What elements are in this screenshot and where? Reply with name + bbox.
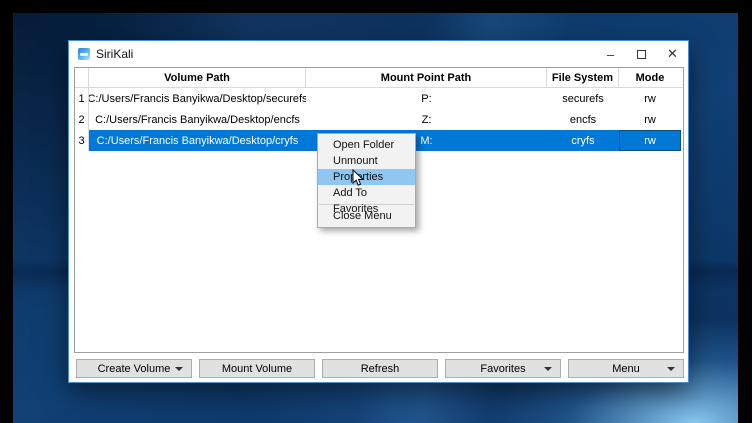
favorites-label: Favorites [480,363,525,375]
menu-item-close-menu[interactable]: Close Menu [318,208,415,224]
row-number-header [75,68,89,87]
mount-volume-button[interactable]: Mount Volume [199,359,315,378]
sirikali-app-icon [78,48,90,60]
context-menu: Open Folder Unmount Properties Add To Fa… [317,133,416,228]
file-system-cell[interactable]: cryfs [547,130,619,151]
favorites-button[interactable]: Favorites [445,359,561,378]
create-volume-button[interactable]: Create Volume [76,359,192,378]
column-header-mount-point-path[interactable]: Mount Point Path [306,68,547,87]
row-number: 2 [75,109,89,130]
titlebar[interactable]: SiriKali – ✕ [69,41,688,67]
window-controls: – ✕ [595,41,688,67]
menu-button[interactable]: Menu [568,359,684,378]
maximize-icon [637,50,646,59]
volume-path-cell[interactable]: C:/Users/Francis Banyikwa/Desktop/cryfs [89,130,306,151]
mount-point-cell[interactable]: Z: [306,109,547,130]
table-row[interactable]: 1 C:/Users/Francis Banyikwa/Desktop/secu… [75,88,683,109]
mode-cell[interactable]: rw [619,109,681,130]
mouse-cursor-icon [352,169,364,192]
table-header-row: Volume Path Mount Point Path File System… [75,68,683,88]
menu-item-unmount[interactable]: Unmount [318,153,415,169]
mount-point-cell[interactable]: P: [306,88,547,109]
refresh-button[interactable]: Refresh [322,359,438,378]
menu-label: Menu [612,363,640,375]
menu-item-add-to-favorites[interactable]: Add To Favorites [318,185,415,201]
column-header-mode[interactable]: Mode [619,68,681,87]
file-system-cell[interactable]: encfs [547,109,619,130]
mode-cell[interactable]: rw [619,88,681,109]
table-row[interactable]: 2 C:/Users/Francis Banyikwa/Desktop/encf… [75,109,683,130]
menu-item-properties[interactable]: Properties [318,169,415,185]
volume-path-cell[interactable]: C:/Users/Francis Banyikwa/Desktop/secure… [89,88,306,109]
volume-path-cell[interactable]: C:/Users/Francis Banyikwa/Desktop/encfs [89,109,306,130]
maximize-button[interactable] [626,41,657,67]
file-system-cell[interactable]: securefs [547,88,619,109]
column-header-file-system[interactable]: File System [547,68,619,87]
create-volume-label: Create Volume [98,363,171,375]
dropdown-arrow-icon [544,367,552,371]
refresh-label: Refresh [361,363,400,375]
column-header-volume-path[interactable]: Volume Path [89,68,306,87]
mode-cell-focused[interactable]: rw [619,130,681,151]
row-number: 3 [75,130,89,151]
menu-item-open-folder[interactable]: Open Folder [318,137,415,153]
mount-volume-label: Mount Volume [222,363,292,375]
minimize-button[interactable]: – [595,41,626,67]
window-title: SiriKali [96,47,133,61]
dropdown-arrow-icon [175,367,183,371]
dropdown-arrow-icon [667,367,675,371]
row-number: 1 [75,88,89,109]
close-button[interactable]: ✕ [657,41,688,67]
